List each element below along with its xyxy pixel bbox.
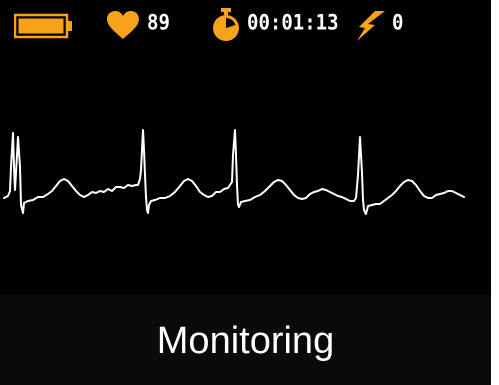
heart-rate-value: 89 — [147, 10, 170, 36]
monitor-screen: 89 00:01:13 0 Monitoring — [0, 0, 491, 385]
shock-count: 0 — [392, 10, 404, 36]
ecg-trace — [3, 129, 465, 215]
heart-icon — [106, 10, 140, 40]
ecg-waveform — [0, 55, 491, 295]
battery-icon — [13, 13, 74, 39]
status-bar: 89 00:01:13 0 — [0, 0, 491, 50]
mode-label: Monitoring — [156, 320, 335, 362]
elapsed-time: 00:01:13 — [247, 10, 339, 36]
mode-footer: Monitoring — [0, 295, 491, 385]
stopwatch-icon — [210, 8, 242, 42]
lightning-bolt-icon — [356, 10, 386, 42]
